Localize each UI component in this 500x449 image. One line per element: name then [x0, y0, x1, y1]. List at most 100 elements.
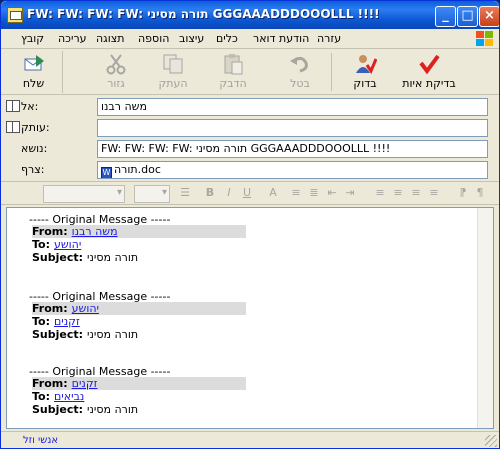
- status-text[interactable]: אנשי וזל: [23, 435, 58, 446]
- send-label: שלח: [22, 77, 45, 90]
- from-row: From: יהושע: [32, 302, 246, 315]
- attach-row: צרף: W תורה.doc: [1, 160, 499, 180]
- numbered-list-icon[interactable]: ≡: [289, 186, 303, 202]
- send-button[interactable]: שלח: [5, 51, 63, 93]
- copy-label: העתק: [158, 77, 188, 90]
- italic-button[interactable]: I: [223, 186, 235, 202]
- to-field[interactable]: משה רבנו: [97, 98, 488, 116]
- to-label[interactable]: אל:: [21, 100, 38, 113]
- justify-icon[interactable]: ≡: [427, 186, 441, 202]
- address-book-icon[interactable]: [6, 100, 20, 112]
- spelling-button[interactable]: בדיקת איות: [399, 51, 459, 93]
- copy-icon: [161, 53, 185, 75]
- rtl-direction-icon[interactable]: ¶: [473, 186, 487, 202]
- attach-label: צרף:: [21, 163, 45, 176]
- status-bar: אנשי וזל: [1, 431, 499, 448]
- to-link[interactable]: זקנים: [54, 315, 80, 328]
- subject-row: נושא: FW: FW: FW: FW: תורה מסיני GGGAAAD…: [1, 139, 499, 159]
- cc-label[interactable]: עותק:: [21, 121, 50, 134]
- menu-tools[interactable]: כלים: [216, 32, 238, 45]
- maximize-button[interactable]: □: [457, 6, 478, 27]
- send-icon: [22, 53, 46, 75]
- from-link[interactable]: יהושע: [72, 302, 99, 315]
- to-label: To:: [32, 238, 50, 251]
- ltr-direction-icon[interactable]: ⁋: [456, 186, 470, 202]
- align-center-icon[interactable]: ≡: [391, 186, 405, 202]
- undo-label: בטל: [290, 77, 310, 90]
- menu-message[interactable]: הודעת דואר: [253, 32, 309, 45]
- spelling-check-icon: [417, 53, 441, 75]
- spelling-label: בדיקת איות: [402, 77, 456, 90]
- word-document-icon: W: [101, 167, 112, 178]
- vertical-scrollbar[interactable]: [477, 208, 493, 428]
- close-button[interactable]: ×: [479, 6, 499, 27]
- to-label: To:: [32, 315, 50, 328]
- subject-label: Subject:: [32, 251, 84, 264]
- toolbar-divider: [331, 53, 332, 91]
- subject-value: תורה מסיני: [87, 328, 139, 341]
- menu-edit[interactable]: עריכה: [58, 32, 87, 45]
- check-names-button[interactable]: בדוק: [345, 51, 385, 93]
- underline-button[interactable]: U: [241, 186, 253, 202]
- menu-help[interactable]: עזרה: [317, 32, 341, 45]
- menu-format[interactable]: עיצוב: [179, 32, 204, 45]
- check-names-label: בדוק: [353, 77, 377, 90]
- paragraph-style-icon[interactable]: ☰: [178, 186, 192, 202]
- increase-indent-icon[interactable]: ⇥: [343, 186, 357, 202]
- menu-view[interactable]: תצוגה: [96, 32, 124, 45]
- to-row: אל: משה רבנו: [1, 97, 499, 117]
- decrease-indent-icon[interactable]: ⇤: [325, 186, 339, 202]
- font-size-combo[interactable]: [134, 185, 170, 203]
- align-right-icon[interactable]: ≡: [409, 186, 423, 202]
- undo-button[interactable]: בטל: [283, 51, 317, 93]
- paste-button[interactable]: הדבק: [211, 51, 255, 93]
- scissors-icon: [104, 53, 128, 75]
- align-left-icon[interactable]: ≡: [373, 186, 387, 202]
- address-book-icon[interactable]: [6, 121, 20, 133]
- to-row: To: זקנים: [32, 315, 246, 328]
- message-body[interactable]: ----- Original Message ----- From: משה רב…: [6, 207, 494, 429]
- font-combo[interactable]: [43, 185, 125, 203]
- attach-field[interactable]: W תורה.doc: [97, 161, 488, 179]
- cc-row: עותק:: [1, 118, 499, 138]
- bullet-list-icon[interactable]: ≣: [307, 186, 321, 202]
- resize-grip-icon[interactable]: [485, 435, 497, 447]
- formatting-toolbar: ☰ B I U A ≡ ≣ ⇤ ⇥ ≡ ≡ ≡ ≡ ⁋ ¶: [1, 181, 499, 205]
- header-fields: אל: משה רבנו עותק: נושא: FW: FW: FW: FW:…: [1, 95, 499, 180]
- font-color-button[interactable]: A: [267, 186, 279, 202]
- menu-file[interactable]: קובץ: [21, 32, 44, 45]
- window-title: FW: FW: FW: FW: תורה מסיני GGGAAADDDOOOL…: [27, 7, 380, 21]
- cut-label: גזור: [107, 77, 125, 90]
- subject-row: Subject: תורה מסיני: [32, 328, 246, 341]
- title-bar: FW: FW: FW: FW: תורה מסיני GGGAAADDDOOOL…: [1, 1, 499, 29]
- subject-label: Subject:: [32, 403, 84, 416]
- windows-logo-icon: [475, 30, 495, 48]
- cc-field[interactable]: [97, 119, 488, 137]
- from-label: From:: [32, 377, 68, 390]
- menu-insert[interactable]: הוספה: [138, 32, 169, 45]
- check-names-icon: [353, 53, 378, 75]
- from-row: From: זקנים: [32, 377, 246, 390]
- cut-button[interactable]: גזור: [96, 51, 136, 93]
- subject-value: תורה מסיני: [87, 251, 139, 264]
- to-label: To:: [32, 390, 50, 403]
- from-link[interactable]: זקנים: [72, 377, 98, 390]
- paste-label: הדבק: [219, 77, 247, 90]
- attachment-name[interactable]: תורה.doc: [114, 163, 161, 176]
- compose-window: FW: FW: FW: FW: תורה מסיני GGGAAADDDOOOL…: [0, 0, 500, 449]
- menu-bar: קובץ עריכה תצוגה הוספה עיצוב כלים הודעת …: [1, 29, 499, 49]
- from-link[interactable]: משה רבנו: [72, 225, 118, 238]
- from-row: From: משה רבנו: [32, 225, 246, 238]
- minimize-button[interactable]: _: [435, 6, 456, 27]
- bold-button[interactable]: B: [204, 186, 216, 202]
- copy-button[interactable]: העתק: [151, 51, 195, 93]
- from-label: From:: [32, 302, 68, 315]
- subject-row: Subject: תורה מסיני: [32, 251, 246, 264]
- subject-label: נושא:: [21, 142, 48, 155]
- subject-label: Subject:: [32, 328, 84, 341]
- to-row: To: נביאים: [32, 390, 246, 403]
- paste-icon: [221, 53, 245, 75]
- to-link[interactable]: נביאים: [54, 390, 84, 403]
- subject-field[interactable]: FW: FW: FW: FW: תורה מסיני GGGAAADDDOOOL…: [97, 140, 488, 158]
- to-link[interactable]: יהושע: [54, 238, 81, 251]
